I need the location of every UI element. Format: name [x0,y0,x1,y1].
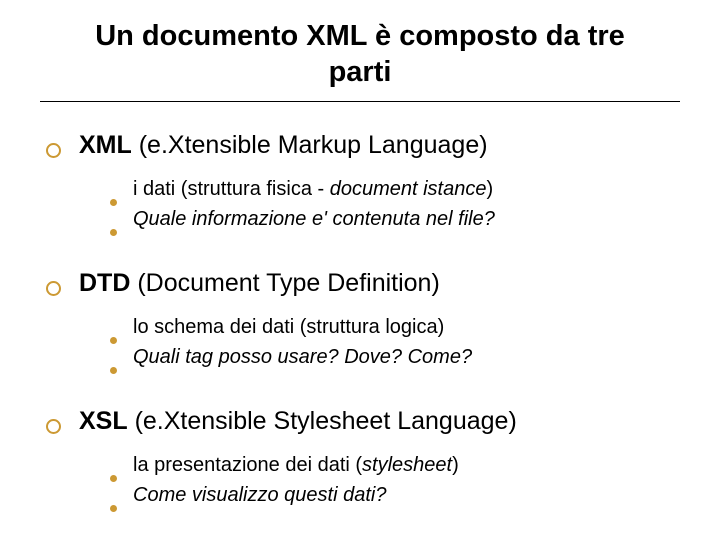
list-item-text: Quali tag posso usare? Dove? Come? [133,342,472,372]
list-item: la presentazione dei dati (stylesheet) [110,450,680,480]
list-item-text: Quale informazione e' contenuta nel file… [133,204,495,234]
dot-bullet-icon [110,199,117,206]
section-heading-rest: (e.Xtensible Markup Language) [132,131,488,159]
list-item: lo schema dei dati (struttura logica) [110,312,680,342]
section-heading-row: XSL (e.Xtensible Stylesheet Language) [46,406,680,436]
list-item: Come visualizzo questi dati? [110,480,680,510]
section-xsl: XSL (e.Xtensible Stylesheet Language) la… [40,406,680,510]
section-heading-bold: XML [79,131,132,159]
dot-bullet-icon [110,367,117,374]
section-heading-row: DTD (Document Type Definition) [46,268,680,298]
section-heading-bold: DTD [79,269,130,297]
list-item-text: la presentazione dei dati (stylesheet) [133,450,459,480]
list-item: i dati (struttura fisica - document ista… [110,174,680,204]
section-heading-rest: (e.Xtensible Stylesheet Language) [128,407,517,435]
section-heading-bold: XSL [79,407,128,435]
section-heading: DTD (Document Type Definition) [79,268,440,298]
circle-bullet-icon [46,419,61,434]
slide: Un documento XML è composto da tre parti… [0,0,720,540]
dot-bullet-icon [110,337,117,344]
section-heading: XSL (e.Xtensible Stylesheet Language) [79,406,517,436]
section-xml: XML (e.Xtensible Markup Language) i dati… [40,130,680,234]
circle-bullet-icon [46,281,61,296]
section-dtd: DTD (Document Type Definition) lo schema… [40,268,680,372]
list-item-text: Come visualizzo questi dati? [133,480,386,510]
dot-bullet-icon [110,229,117,236]
list-item: Quali tag posso usare? Dove? Come? [110,342,680,372]
circle-bullet-icon [46,143,61,158]
dot-bullet-icon [110,475,117,482]
section-heading-row: XML (e.Xtensible Markup Language) [46,130,680,160]
section-heading-rest: (Document Type Definition) [130,269,439,297]
section-sublist: la presentazione dei dati (stylesheet) C… [110,450,680,510]
dot-bullet-icon [110,505,117,512]
section-sublist: lo schema dei dati (struttura logica) Qu… [110,312,680,372]
section-sublist: i dati (struttura fisica - document ista… [110,174,680,234]
list-item-text: lo schema dei dati (struttura logica) [133,312,444,342]
list-item-text: i dati (struttura fisica - document ista… [133,174,493,204]
slide-title: Un documento XML è composto da tre parti [40,18,680,102]
list-item: Quale informazione e' contenuta nel file… [110,204,680,234]
section-heading: XML (e.Xtensible Markup Language) [79,130,488,160]
